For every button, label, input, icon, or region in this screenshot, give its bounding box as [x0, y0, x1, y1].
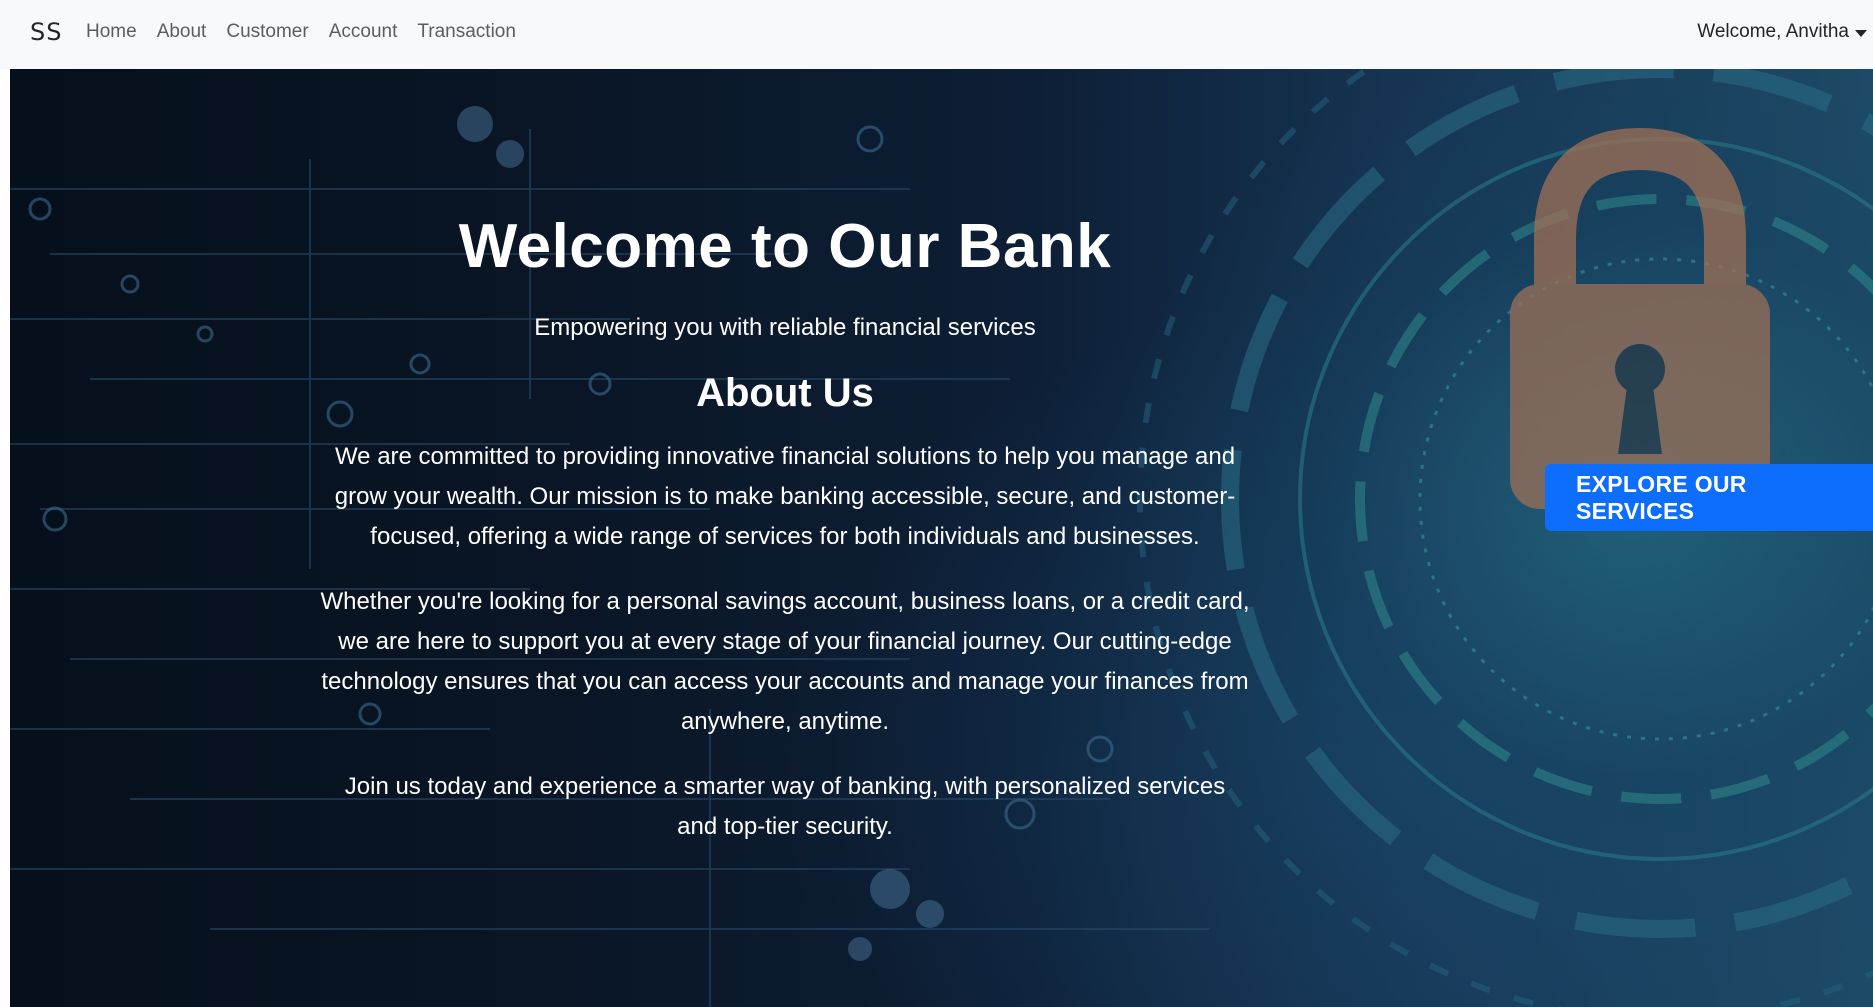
nav-link-account[interactable]: Account	[319, 21, 408, 43]
top-navbar: SS Home About Customer Account Transacti…	[0, 0, 1873, 69]
hero-subtitle: Empowering you with reliable financial s…	[534, 314, 1036, 341]
user-dropdown[interactable]: Welcome, Anvitha	[1697, 21, 1867, 43]
about-paragraph-join: Join us today and experience a smarter w…	[344, 773, 1226, 840]
nav-link-customer[interactable]: Customer	[216, 21, 318, 43]
about-paragraph-mission: We are committed to providing innovative…	[334, 443, 1236, 550]
hero-section: Welcome to Our Bank Empowering you with …	[10, 69, 1873, 1007]
brand-logo[interactable]: SS	[30, 18, 62, 46]
hero-title: Welcome to Our Bank	[458, 212, 1112, 281]
nav-link-home[interactable]: Home	[76, 21, 147, 43]
nav-link-transaction[interactable]: Transaction	[407, 21, 526, 43]
about-paragraph-services: Whether you're looking for a personal sa…	[320, 588, 1250, 735]
explore-services-button[interactable]: EXPLORE OUR SERVICES	[1545, 464, 1873, 531]
caret-down-icon	[1855, 29, 1867, 37]
user-welcome-label: Welcome, Anvitha	[1697, 21, 1849, 42]
nav-link-about[interactable]: About	[147, 21, 217, 43]
nav-links: Home About Customer Account Transaction	[76, 21, 526, 43]
about-heading: About Us	[696, 371, 874, 415]
